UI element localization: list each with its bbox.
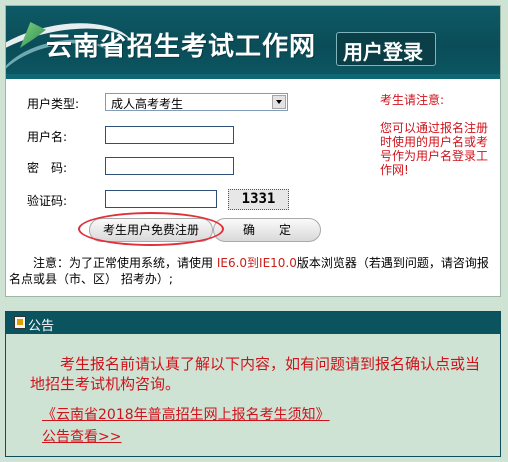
user-type-select[interactable]: 成人高考考生: [105, 93, 288, 111]
announcement-header: 公告: [6, 312, 500, 334]
password-input[interactable]: [105, 157, 234, 175]
banner-rule: [6, 74, 500, 79]
announcement-title: 公告: [28, 319, 55, 334]
username-label: 用户名:: [27, 130, 68, 144]
side-notice-heading: 考生请注意:: [380, 93, 445, 107]
register-button[interactable]: 考生用户免费注册: [89, 218, 213, 242]
side-notice-body: 您可以通过报名注册时使用的用户名或考号作为用户名登录工作网!: [380, 121, 489, 177]
password-label: 密 码:: [27, 161, 68, 175]
login-panel: 云南省招生考试工作网 用户登录 用户类型: 成人高考考生 用户名: 密 码: 验…: [5, 5, 501, 297]
confirm-button[interactable]: 确 定: [213, 218, 321, 242]
login-badge-label: 用户登录: [343, 40, 423, 64]
view-announcement-link[interactable]: 公告查看>>: [42, 426, 121, 446]
site-banner: 云南省招生考试工作网 用户登录: [6, 6, 500, 79]
announcement-body: 考生报名前请认真了解以下内容，如有问题请到报名确认点或当地招生考试机构咨询。: [30, 355, 481, 393]
user-type-value: 成人高考考生: [111, 97, 184, 111]
announcement-panel: 公告 考生报名前请认真了解以下内容，如有问题请到报名确认点或当地招生考试机构咨询…: [5, 311, 501, 457]
captcha-label: 验证码:: [27, 194, 68, 208]
browser-note-versions: IE6.0到IE10.0: [216, 256, 297, 270]
browser-note: 注意：为了正常使用系统，请使用 IE6.0到IE10.0版本浏览器（若遇到问题，…: [9, 255, 497, 287]
notice-icon: [14, 316, 26, 329]
side-notice: 考生请注意: 您可以通过报名注册时使用的用户名或考号作为用户名登录工作网!: [380, 93, 498, 177]
captcha-image[interactable]: 1331: [228, 189, 289, 210]
browser-note-prefix: 注意：为了正常使用系统，请使用: [9, 256, 217, 270]
site-name: 云南省招生考试工作网: [46, 32, 317, 62]
chevron-down-icon[interactable]: [272, 95, 286, 109]
username-input[interactable]: [105, 126, 234, 144]
captcha-input[interactable]: [105, 190, 217, 208]
user-type-label: 用户类型:: [27, 97, 80, 111]
login-badge: 用户登录: [336, 32, 436, 66]
exam-guide-link[interactable]: 《云南省2018年普高招生网上报名考生须知》: [42, 404, 330, 424]
